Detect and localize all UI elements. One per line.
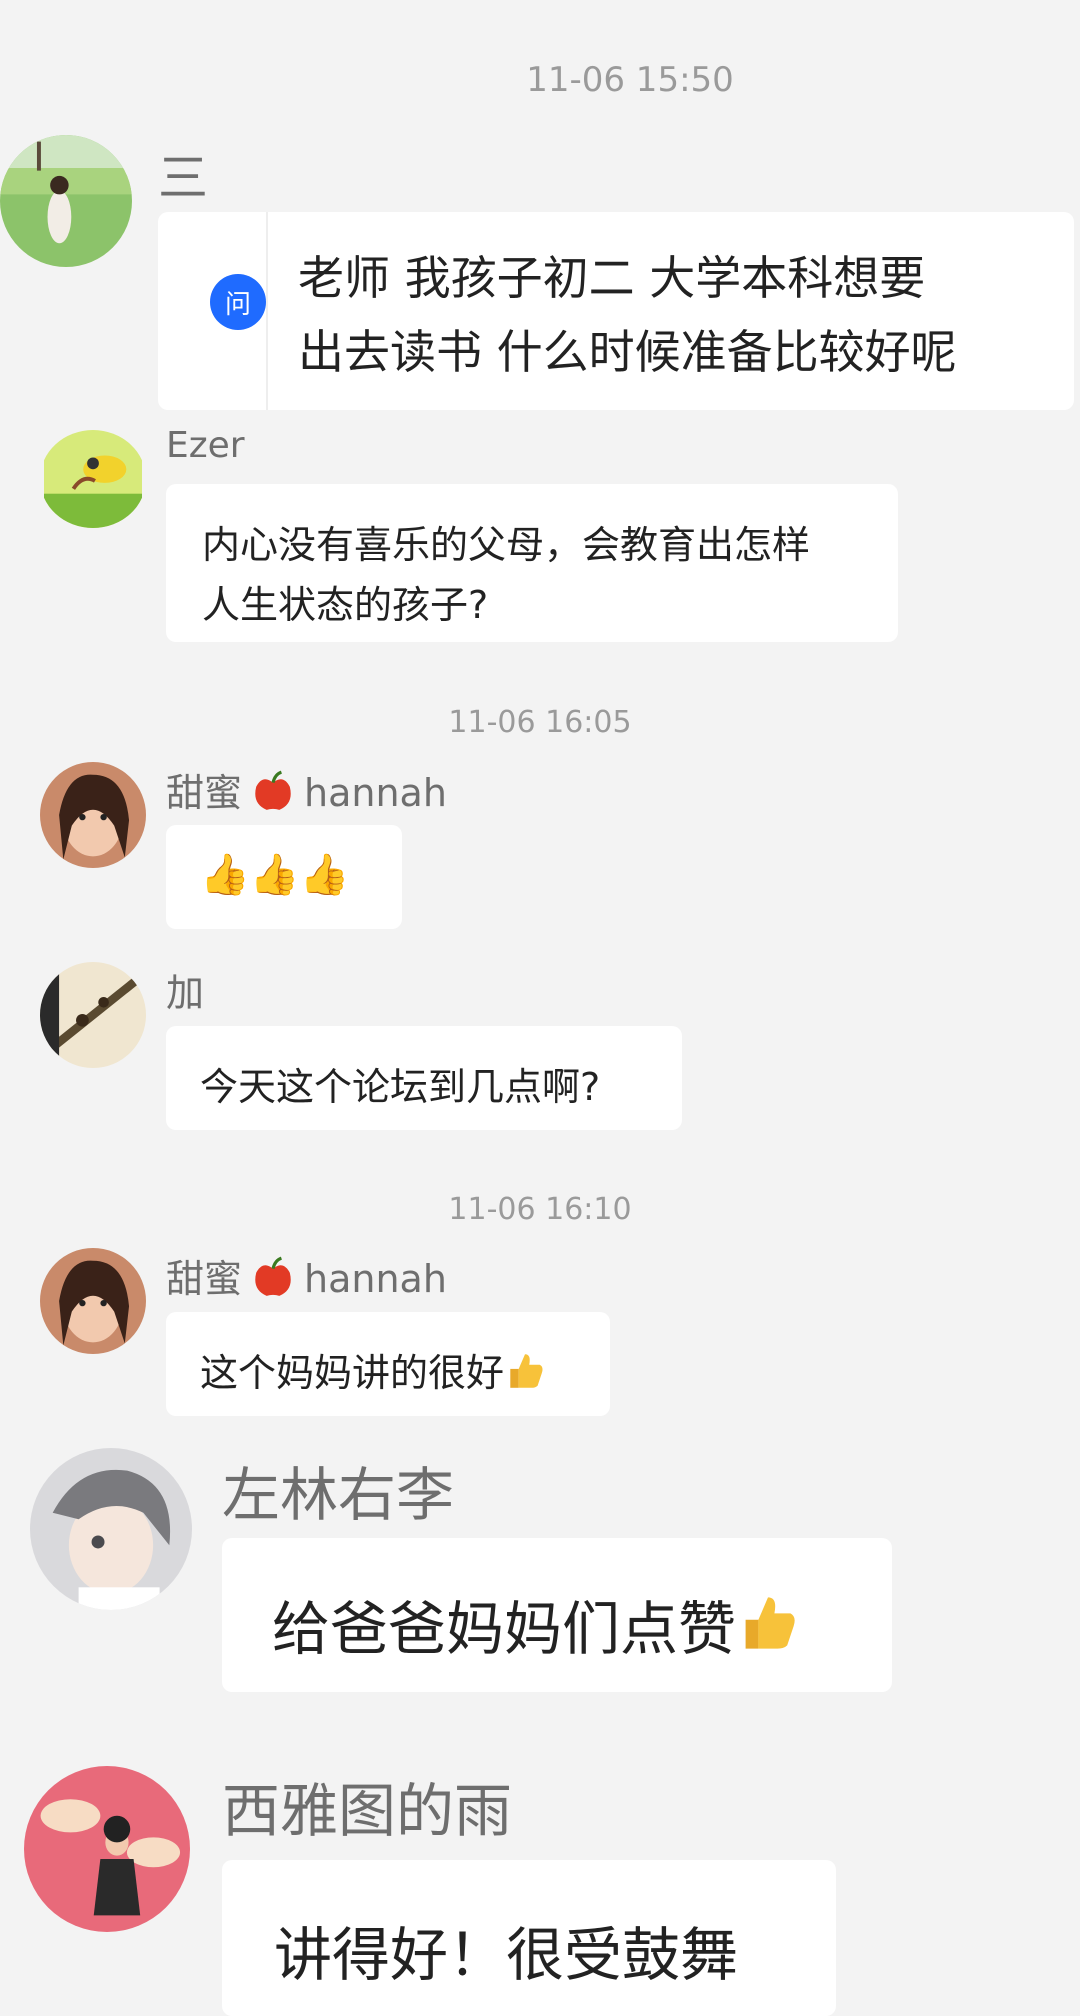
girl-avatar[interactable]: [40, 1248, 146, 1354]
message-bubble[interactable]: 给爸爸妈妈们点赞: [222, 1538, 892, 1692]
timestamp: 11-06 15:50: [526, 60, 734, 100]
message-text: 👍👍👍: [200, 852, 350, 898]
message-text: 出去读书 什么时候准备比较好呢: [298, 325, 957, 379]
message-text: 给爸爸妈妈们点赞: [272, 1582, 800, 1669]
branch-avatar[interactable]: [40, 962, 146, 1068]
apple-icon: [252, 1256, 294, 1307]
sender-name-suffix: hannah: [304, 1257, 447, 1301]
message-text: 讲得好！很受鼓舞: [274, 1921, 739, 1989]
thumbs-up-icon: [504, 1350, 546, 1401]
sender-name-prefix: 甜蜜: [166, 771, 243, 815]
message-text-content: 给爸爸妈妈们点赞: [272, 1595, 737, 1663]
sender-name-prefix: 甜蜜: [166, 1257, 243, 1301]
apple-icon: [252, 770, 294, 821]
message-bubble[interactable]: 内心没有喜乐的父母，会教育出怎样 人生状态的孩子?: [166, 484, 898, 642]
sender-name: 甜蜜 hannah: [166, 762, 447, 821]
girl-avatar[interactable]: [40, 762, 146, 868]
sender-name: Ezer: [166, 425, 245, 466]
message-text: 人生状态的孩子?: [202, 583, 489, 627]
question-badge: 问: [210, 274, 266, 330]
sender-name-suffix: hannah: [304, 771, 447, 815]
message-bubble[interactable]: 👍👍👍: [166, 825, 402, 929]
anime-girl-avatar[interactable]: [30, 1448, 192, 1610]
timestamp: 11-06 16:05: [448, 705, 632, 740]
sender-name: 左林右李: [222, 1461, 455, 1529]
message-text: 内心没有喜乐的父母，会教育出怎样: [202, 523, 811, 567]
divider: [266, 212, 268, 410]
message-text: 这个妈妈讲的很好: [200, 1342, 546, 1401]
message-bubble[interactable]: 这个妈妈讲的很好: [166, 1312, 610, 1416]
bird-avatar[interactable]: [40, 430, 146, 528]
field-person-avatar[interactable]: [0, 135, 132, 267]
sender-name: 加: [166, 971, 205, 1015]
message-text-content: 这个妈妈讲的很好: [200, 1351, 505, 1395]
message-text: 老师 我孩子初二 大学本科想要: [298, 251, 926, 305]
timestamp: 11-06 16:10: [448, 1192, 632, 1227]
sender-name: 三: [158, 149, 208, 207]
message-bubble[interactable]: 讲得好！很受鼓舞: [222, 1860, 836, 2016]
message-text: 今天这个论坛到几点啊?: [200, 1065, 601, 1109]
sender-name: 西雅图的雨: [222, 1777, 513, 1845]
thumbs-up-icon: [736, 1591, 800, 1669]
pink-photo-avatar[interactable]: [24, 1766, 190, 1932]
sender-name: 甜蜜 hannah: [166, 1248, 447, 1307]
message-bubble[interactable]: 问 老师 我孩子初二 大学本科想要 出去读书 什么时候准备比较好呢: [158, 212, 1074, 410]
message-bubble[interactable]: 今天这个论坛到几点啊?: [166, 1026, 682, 1130]
